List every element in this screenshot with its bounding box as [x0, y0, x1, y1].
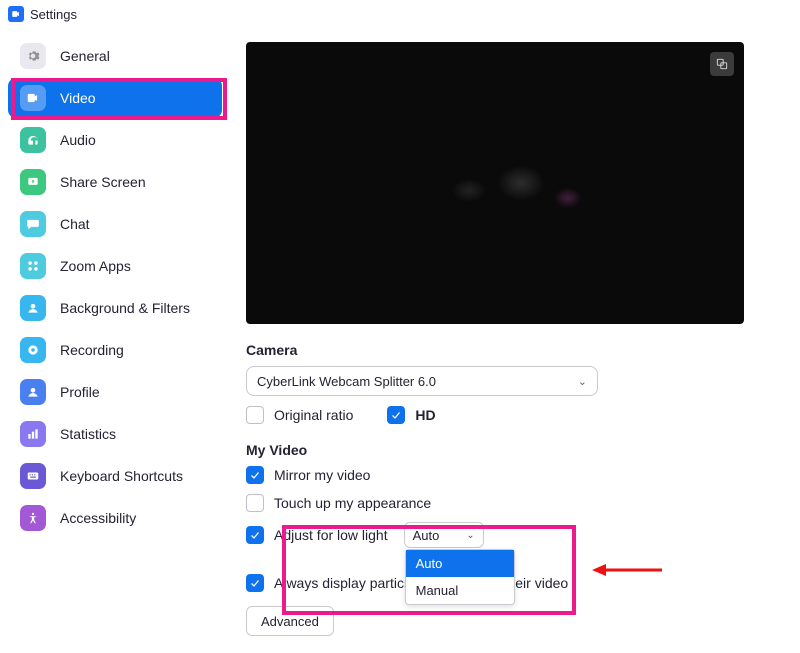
chat-icon	[20, 211, 46, 237]
lowlight-select[interactable]: Auto ⌄ Auto Manual	[404, 522, 484, 548]
touchup-checkbox[interactable]	[246, 494, 264, 512]
lowlight-option-auto[interactable]: Auto	[406, 550, 514, 577]
zoom-logo-icon	[8, 6, 24, 22]
sidebar-item-accessibility[interactable]: Accessibility	[8, 498, 222, 538]
sidebar-item-audio[interactable]: Audio	[8, 120, 222, 160]
sidebar-item-label: General	[60, 48, 110, 64]
rotate-icon[interactable]	[710, 52, 734, 76]
sidebar-item-share-screen[interactable]: Share Screen	[8, 162, 222, 202]
advanced-button[interactable]: Advanced	[246, 606, 334, 636]
sidebar-item-label: Audio	[60, 132, 96, 148]
sidebar-item-label: Keyboard Shortcuts	[60, 468, 183, 484]
hd-label: HD	[415, 407, 435, 423]
video-icon	[20, 85, 46, 111]
camera-selected-value: CyberLink Webcam Splitter 6.0	[257, 374, 436, 389]
touchup-label: Touch up my appearance	[274, 495, 431, 511]
window-title: Settings	[30, 7, 77, 22]
sidebar-item-label: Chat	[60, 216, 90, 232]
sidebar-item-label: Statistics	[60, 426, 116, 442]
sidebar-item-zoom-apps[interactable]: Zoom Apps	[8, 246, 222, 286]
sidebar-item-recording[interactable]: Recording	[8, 330, 222, 370]
chevron-down-icon: ⌄	[578, 375, 587, 388]
video-preview	[246, 42, 744, 324]
profile-icon	[20, 379, 46, 405]
mirror-video-label: Mirror my video	[274, 467, 370, 483]
hd-checkbox[interactable]	[387, 406, 405, 424]
titlebar: Settings	[0, 0, 800, 28]
content-pane: Camera CyberLink Webcam Splitter 6.0 ⌄ O…	[222, 28, 800, 653]
background-filters-icon	[20, 295, 46, 321]
original-ratio-label: Original ratio	[274, 407, 353, 423]
camera-select[interactable]: CyberLink Webcam Splitter 6.0 ⌄	[246, 366, 598, 396]
mirror-video-checkbox[interactable]	[246, 466, 264, 484]
sidebar-item-video[interactable]: Video	[8, 78, 222, 118]
sidebar-item-keyboard-shortcuts[interactable]: Keyboard Shortcuts	[8, 456, 222, 496]
camera-section-label: Camera	[246, 342, 776, 358]
lowlight-selected-value: Auto	[413, 528, 440, 543]
lowlight-option-manual[interactable]: Manual	[406, 577, 514, 604]
sidebar-item-label: Video	[60, 90, 96, 106]
sidebar-item-label: Share Screen	[60, 174, 146, 190]
lowlight-label: Adjust for low light	[274, 527, 388, 543]
sidebar-item-statistics[interactable]: Statistics	[8, 414, 222, 454]
keyboard-icon	[20, 463, 46, 489]
sidebar-item-background-filters[interactable]: Background & Filters	[8, 288, 222, 328]
apps-icon	[20, 253, 46, 279]
lowlight-checkbox[interactable]	[246, 526, 264, 544]
accessibility-icon	[20, 505, 46, 531]
sidebar-item-label: Recording	[60, 342, 124, 358]
gear-icon	[20, 43, 46, 69]
lowlight-dropdown: Auto Manual	[405, 549, 515, 605]
sidebar-item-general[interactable]: General	[8, 36, 222, 76]
always-display-checkbox[interactable]	[246, 574, 264, 592]
sidebar-item-label: Zoom Apps	[60, 258, 131, 274]
chevron-down-icon: ⌄	[466, 530, 474, 541]
advanced-button-label: Advanced	[261, 614, 319, 629]
preview-image	[365, 108, 625, 258]
headphones-icon	[20, 127, 46, 153]
sidebar-item-profile[interactable]: Profile	[8, 372, 222, 412]
recording-icon	[20, 337, 46, 363]
sidebar-item-label: Accessibility	[60, 510, 136, 526]
sidebar: General Video Audio Share Screen Chat	[0, 28, 222, 653]
statistics-icon	[20, 421, 46, 447]
my-video-section-label: My Video	[246, 442, 776, 458]
sidebar-item-label: Background & Filters	[60, 300, 190, 316]
sidebar-item-label: Profile	[60, 384, 100, 400]
sidebar-item-chat[interactable]: Chat	[8, 204, 222, 244]
share-screen-icon	[20, 169, 46, 195]
original-ratio-checkbox[interactable]	[246, 406, 264, 424]
